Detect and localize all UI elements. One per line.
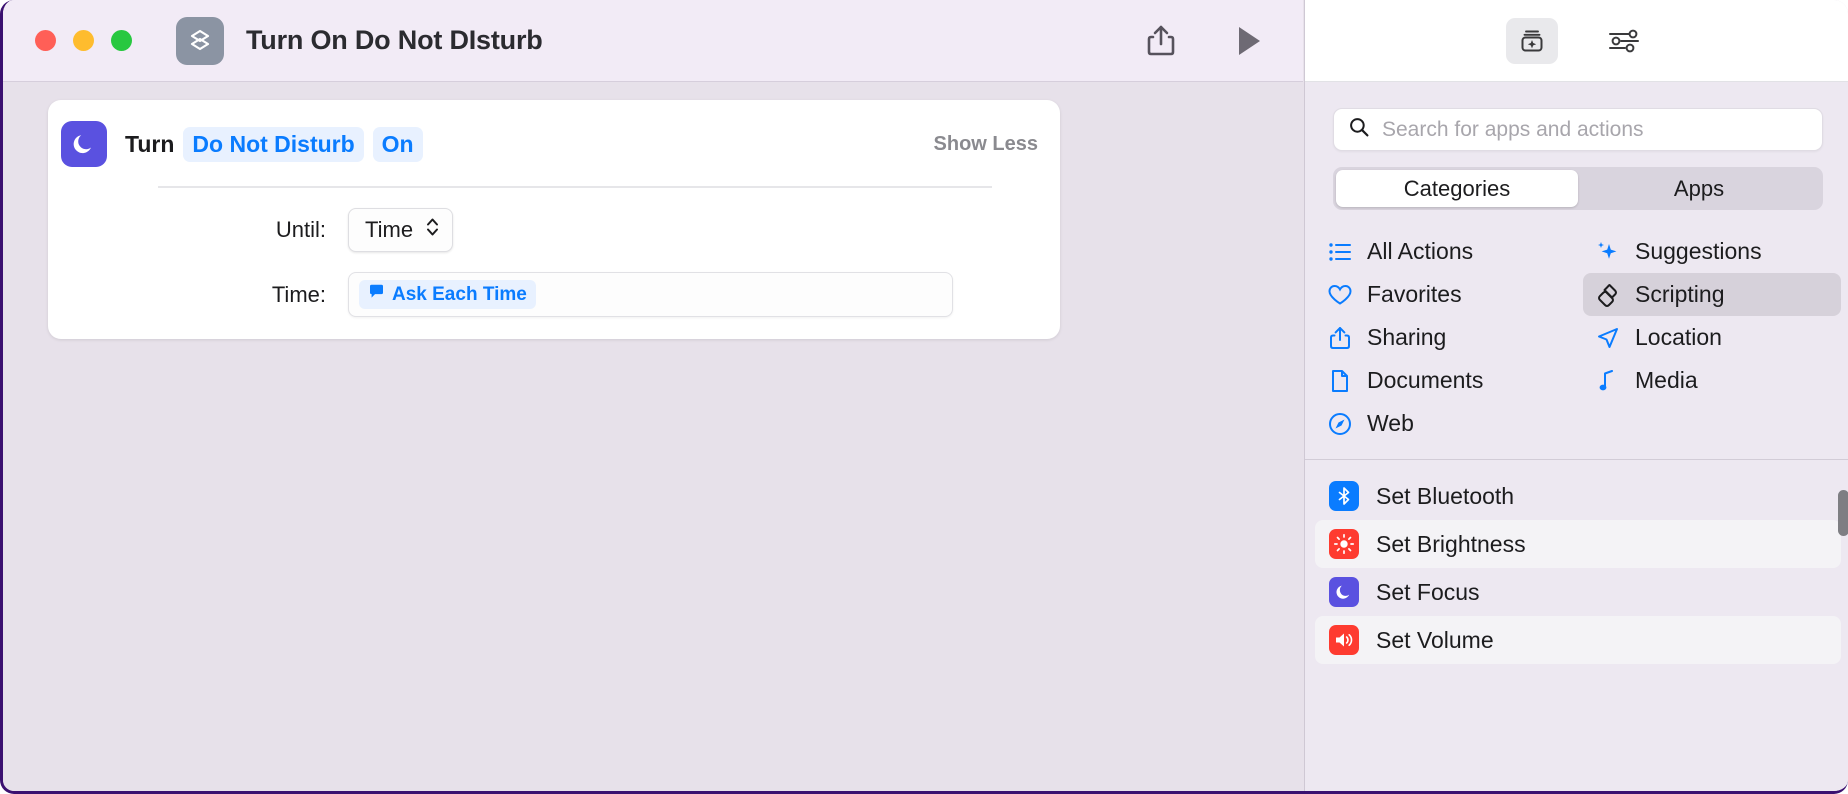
action-list: Set Bluetooth Set Brightness Set Focus S… xyxy=(1305,460,1848,750)
titlebar: Turn On Do Not DIsturb xyxy=(3,0,1303,82)
action-token-state[interactable]: On xyxy=(372,126,423,162)
action-prefix: Turn xyxy=(125,130,175,157)
action-token-focus-mode[interactable]: Do Not Disturb xyxy=(183,126,364,162)
action-item-set-bluetooth[interactable]: Set Bluetooth xyxy=(1315,472,1841,520)
sliders-icon[interactable] xyxy=(1598,18,1650,64)
search-placeholder: Search for apps and actions xyxy=(1382,117,1644,141)
action-title: Turn Do Not Disturb On xyxy=(125,126,423,162)
maximize-button[interactable] xyxy=(111,30,132,51)
speaker-icon xyxy=(1329,625,1359,655)
param-row-until: Until: Time xyxy=(48,208,1060,252)
bluetooth-icon xyxy=(1329,481,1359,511)
titlebar-actions xyxy=(1141,21,1269,61)
until-popup-button[interactable]: Time xyxy=(348,208,454,252)
segmented-container: Categories Apps xyxy=(1305,151,1848,210)
heart-icon xyxy=(1327,282,1353,308)
action-item-label: Set Brightness xyxy=(1376,530,1526,557)
category-label: Sharing xyxy=(1367,324,1447,350)
shortcuts-app-icon xyxy=(176,16,224,65)
library-segmented-control: Categories Apps xyxy=(1333,167,1823,210)
category-label: Documents xyxy=(1367,367,1484,393)
action-item-set-focus[interactable]: Set Focus xyxy=(1315,568,1841,616)
list-bullet-icon xyxy=(1327,239,1353,265)
category-scripting[interactable]: Scripting xyxy=(1583,273,1841,316)
library-header xyxy=(1305,0,1848,82)
action-item-label: Set Focus xyxy=(1376,578,1480,605)
category-favorites[interactable]: Favorites xyxy=(1315,273,1573,316)
category-label: Web xyxy=(1367,410,1414,436)
category-sharing[interactable]: Sharing xyxy=(1315,316,1573,359)
param-row-time: Time: Ask Each Time xyxy=(48,272,1060,317)
moon-icon xyxy=(61,121,107,167)
action-library-icon[interactable] xyxy=(1506,17,1558,64)
ask-each-time-label: Ask Each Time xyxy=(392,283,527,305)
document-icon xyxy=(1327,368,1353,394)
sparkles-icon xyxy=(1595,239,1621,265)
search-input[interactable]: Search for apps and actions xyxy=(1333,108,1823,151)
action-item-set-brightness[interactable]: Set Brightness xyxy=(1315,520,1841,568)
param-label-time: Time: xyxy=(271,281,326,307)
ask-each-time-icon xyxy=(368,283,385,306)
category-label: Scripting xyxy=(1635,281,1725,307)
action-item-label: Set Volume xyxy=(1376,626,1494,653)
action-list-scrollbar[interactable] xyxy=(1838,472,1848,750)
traffic-lights xyxy=(35,30,132,51)
action-library-pane: Search for apps and actions Categories A… xyxy=(1304,0,1848,791)
moon-icon xyxy=(1329,577,1359,607)
category-documents[interactable]: Documents xyxy=(1315,359,1573,402)
tab-categories[interactable]: Categories xyxy=(1336,170,1578,207)
search-icon xyxy=(1348,116,1370,143)
scripting-icon xyxy=(1595,282,1621,308)
time-input-field[interactable]: Ask Each Time xyxy=(348,272,953,317)
workflow-canvas: Turn Do Not Disturb On Show Less Until: … xyxy=(3,82,1303,791)
card-divider xyxy=(158,186,992,188)
categories-section: All Actions Suggestions Favorites Script… xyxy=(1305,230,1848,460)
category-all-actions[interactable]: All Actions xyxy=(1315,230,1573,273)
chevron-updown-icon xyxy=(425,215,440,245)
paper-plane-icon xyxy=(1595,325,1621,351)
tab-apps[interactable]: Apps xyxy=(1578,170,1820,207)
param-label-until: Until: xyxy=(275,217,326,242)
action-header: Turn Do Not Disturb On Show Less xyxy=(48,116,1060,172)
action-item-set-volume[interactable]: Set Volume xyxy=(1315,616,1841,664)
app-window: Turn On Do Not DIsturb Turn Do Not Distu… xyxy=(0,0,1848,794)
category-web[interactable]: Web xyxy=(1315,402,1573,445)
category-suggestions[interactable]: Suggestions xyxy=(1583,230,1841,273)
music-note-icon xyxy=(1595,368,1621,394)
share-icon xyxy=(1327,325,1353,351)
categories-grid: All Actions Suggestions Favorites Script… xyxy=(1315,230,1841,445)
action-card-set-focus[interactable]: Turn Do Not Disturb On Show Less Until: … xyxy=(48,100,1060,339)
close-button[interactable] xyxy=(35,30,56,51)
document-title[interactable]: Turn On Do Not DIsturb xyxy=(246,25,543,56)
category-label: Media xyxy=(1635,367,1698,393)
play-button[interactable] xyxy=(1229,21,1269,61)
category-label: Location xyxy=(1635,324,1722,350)
scrollbar-thumb[interactable] xyxy=(1838,490,1848,536)
category-media[interactable]: Media xyxy=(1583,359,1841,402)
search-container: Search for apps and actions xyxy=(1305,82,1848,151)
minimize-button[interactable] xyxy=(73,30,94,51)
category-label: Favorites xyxy=(1367,281,1462,307)
compass-icon xyxy=(1327,411,1353,437)
action-item-label: Set Bluetooth xyxy=(1376,482,1515,509)
ask-each-time-pill[interactable]: Ask Each Time xyxy=(359,280,536,309)
category-location[interactable]: Location xyxy=(1583,316,1841,359)
editor-pane: Turn On Do Not DIsturb Turn Do Not Distu… xyxy=(3,0,1303,791)
brightness-icon xyxy=(1329,529,1359,559)
until-popup-value: Time xyxy=(365,217,414,242)
show-less-button[interactable]: Show Less xyxy=(934,133,1038,156)
category-label: Suggestions xyxy=(1635,238,1762,264)
category-label: All Actions xyxy=(1367,238,1474,264)
share-button[interactable] xyxy=(1141,21,1181,61)
